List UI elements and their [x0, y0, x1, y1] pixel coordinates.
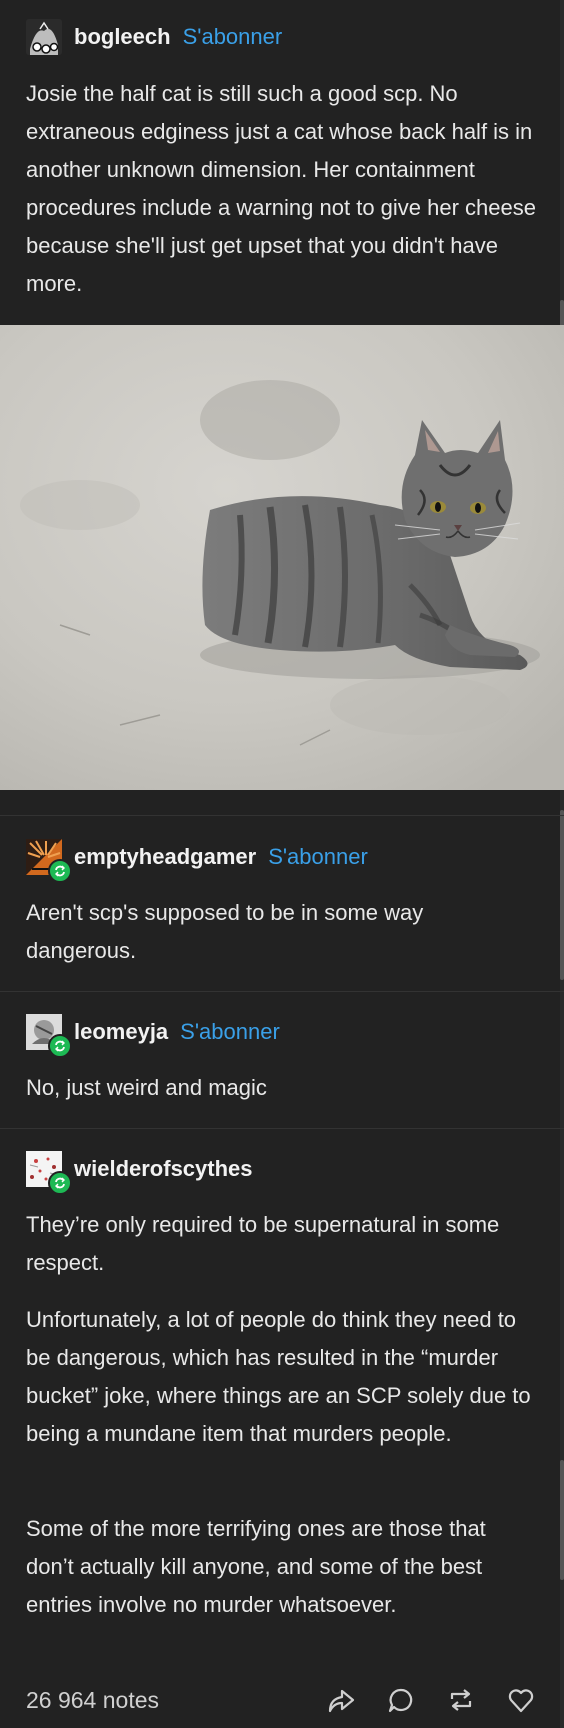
footer-actions	[324, 1683, 538, 1717]
kitten-photo	[0, 325, 564, 790]
notes-count[interactable]: 26 964 notes	[26, 1687, 159, 1714]
post-header: bogleech S'abonner	[26, 17, 282, 57]
avatar[interactable]	[26, 19, 62, 55]
post-author[interactable]: bogleech	[74, 24, 171, 50]
reply-text: No, just weird and magic	[26, 1075, 267, 1100]
reply-header-2: leomeyja S'abonner	[26, 1012, 280, 1058]
post-footer: 26 964 notes	[26, 1680, 538, 1720]
avatar[interactable]	[26, 1151, 72, 1195]
like-icon[interactable]	[504, 1683, 538, 1717]
reply-text: They’re only required to be supernatural…	[26, 1212, 500, 1275]
scrollbar-thumb-3[interactable]	[560, 1460, 564, 1580]
avatar[interactable]	[26, 1014, 72, 1058]
reply-author[interactable]: wielderofscythes	[74, 1156, 253, 1182]
follow-button[interactable]: S'abonner	[183, 24, 283, 50]
avatar-image	[26, 19, 62, 55]
follow-button[interactable]: S'abonner	[180, 1019, 280, 1045]
reblog-badge-icon	[48, 1034, 72, 1058]
reply-header-3: wielderofscythes	[26, 1149, 253, 1195]
reblog-badge-icon	[48, 859, 72, 883]
avatar[interactable]	[26, 839, 72, 883]
scrollbar-thumb-2[interactable]	[560, 810, 564, 980]
reply-text: Unfortunately, a lot of people do think …	[26, 1307, 531, 1446]
comment-icon[interactable]	[384, 1683, 418, 1717]
reblog-icon[interactable]	[444, 1683, 478, 1717]
reply-header-1: emptyheadgamer S'abonner	[26, 837, 368, 883]
reply-author[interactable]: leomeyja	[74, 1019, 168, 1045]
follow-button[interactable]: S'abonner	[268, 844, 368, 870]
reblog-badge-icon	[48, 1171, 72, 1195]
share-icon[interactable]	[324, 1683, 358, 1717]
post-photo[interactable]	[0, 325, 564, 790]
post-body: Josie the half cat is still such a good …	[26, 81, 536, 296]
reply-text: Some of the more terrifying ones are tho…	[26, 1516, 486, 1617]
divider	[0, 1128, 564, 1129]
divider	[0, 991, 564, 992]
reply-text: Aren't scp's supposed to be in some way …	[26, 900, 424, 963]
divider	[0, 815, 564, 816]
reply-author[interactable]: emptyheadgamer	[74, 844, 256, 870]
